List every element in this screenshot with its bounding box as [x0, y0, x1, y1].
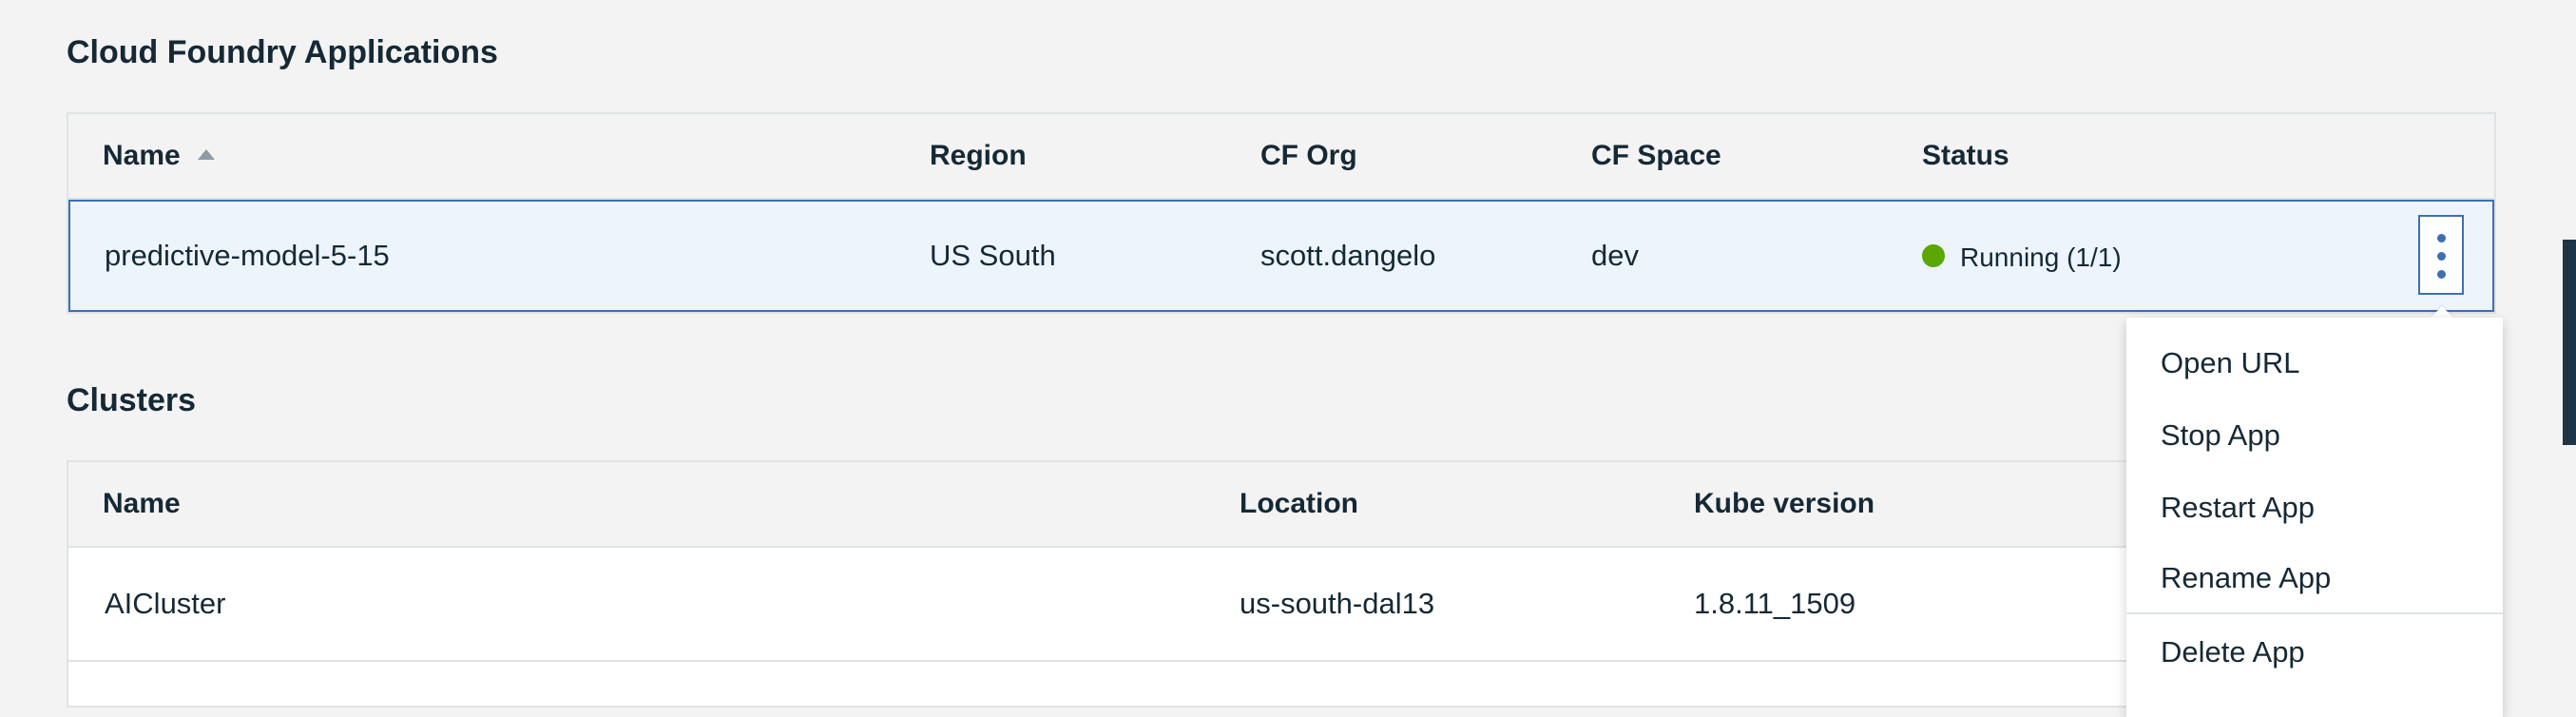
column-header-cluster-name[interactable]: Name	[103, 462, 181, 546]
overflow-menu: Open URL Stop App Restart App Rename App…	[2126, 318, 2503, 717]
overflow-dot	[2436, 252, 2446, 261]
column-header-cf-space[interactable]: CF Space	[1591, 114, 1721, 198]
status-label: Running (1/1)	[1960, 242, 2122, 272]
column-header-name-label: Name	[103, 140, 181, 171]
column-header-location[interactable]: Location	[1240, 462, 1358, 546]
menu-item-restart-app[interactable]: Restart App	[2126, 472, 2503, 544]
cf-apps-table: Name Region CF Org CF Space Status predi…	[67, 112, 2496, 314]
cf-space-cell: dev	[1591, 239, 1639, 272]
clusters-title: Clusters	[67, 382, 197, 418]
location-cell: us-south-dal13	[1240, 587, 1435, 620]
kube-version-cell: 1.8.11_1509	[1694, 587, 1856, 620]
cluster-name-cell[interactable]: AICluster	[105, 548, 225, 660]
column-header-name[interactable]: Name	[103, 114, 215, 198]
region-cell: US South	[930, 239, 1056, 272]
column-header-status[interactable]: Status	[1922, 114, 2009, 198]
overflow-menu-button[interactable]	[2418, 215, 2464, 295]
menu-item-open-url[interactable]: Open URL	[2126, 327, 2503, 399]
sort-ascending-icon[interactable]	[197, 148, 215, 160]
column-header-region[interactable]: Region	[930, 114, 1027, 198]
menu-item-stop-app[interactable]: Stop App	[2126, 399, 2503, 472]
status-dot-icon	[1922, 243, 1945, 267]
column-header-cf-org[interactable]: CF Org	[1260, 114, 1357, 198]
menu-item-rename-app[interactable]: Rename App	[2126, 542, 2503, 614]
app-name-cell[interactable]: predictive-model-5-15	[105, 200, 390, 312]
cf-apps-title: Cloud Foundry Applications	[67, 34, 498, 70]
column-header-kube-version[interactable]: Kube version	[1694, 462, 1874, 546]
menu-divider	[2126, 612, 2503, 614]
overflow-menu-vertical-icon	[2436, 234, 2446, 242]
cf-apps-header-row: Name Region CF Org CF Space Status	[68, 114, 2494, 200]
side-panel-edge	[2563, 240, 2576, 445]
status-cell: Running (1/1)	[1922, 200, 2122, 312]
cf-org-cell: scott.dangelo	[1260, 239, 1436, 272]
table-row[interactable]: predictive-model-5-15 US South scott.dan…	[68, 200, 2494, 312]
menu-item-delete-app[interactable]: Delete App	[2126, 616, 2503, 688]
overflow-dot	[2436, 270, 2446, 279]
